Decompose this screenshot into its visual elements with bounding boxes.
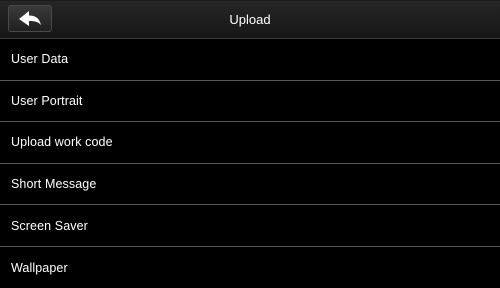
back-arrow-icon xyxy=(18,10,42,28)
upload-screen: Upload User Data User Portrait Upload wo… xyxy=(0,0,500,288)
menu-item-screen-saver[interactable]: Screen Saver xyxy=(0,205,500,247)
menu-item-short-message[interactable]: Short Message xyxy=(0,164,500,206)
menu-item-user-data[interactable]: User Data xyxy=(0,39,500,81)
menu-item-label: User Portrait xyxy=(11,93,83,108)
header-bar: Upload xyxy=(0,1,500,39)
menu-item-wallpaper[interactable]: Wallpaper xyxy=(0,247,500,288)
menu-item-label: Upload work code xyxy=(11,135,113,150)
menu-item-upload-work-code[interactable]: Upload work code xyxy=(0,122,500,164)
menu-item-user-portrait[interactable]: User Portrait xyxy=(0,81,500,123)
menu-item-label: User Data xyxy=(11,52,69,67)
page-title: Upload xyxy=(229,12,271,27)
menu-item-label: Screen Saver xyxy=(11,218,88,233)
menu-item-label: Wallpaper xyxy=(11,260,68,275)
upload-menu: User Data User Portrait Upload work code… xyxy=(0,39,500,288)
back-button[interactable] xyxy=(8,5,52,32)
menu-item-label: Short Message xyxy=(11,177,97,192)
